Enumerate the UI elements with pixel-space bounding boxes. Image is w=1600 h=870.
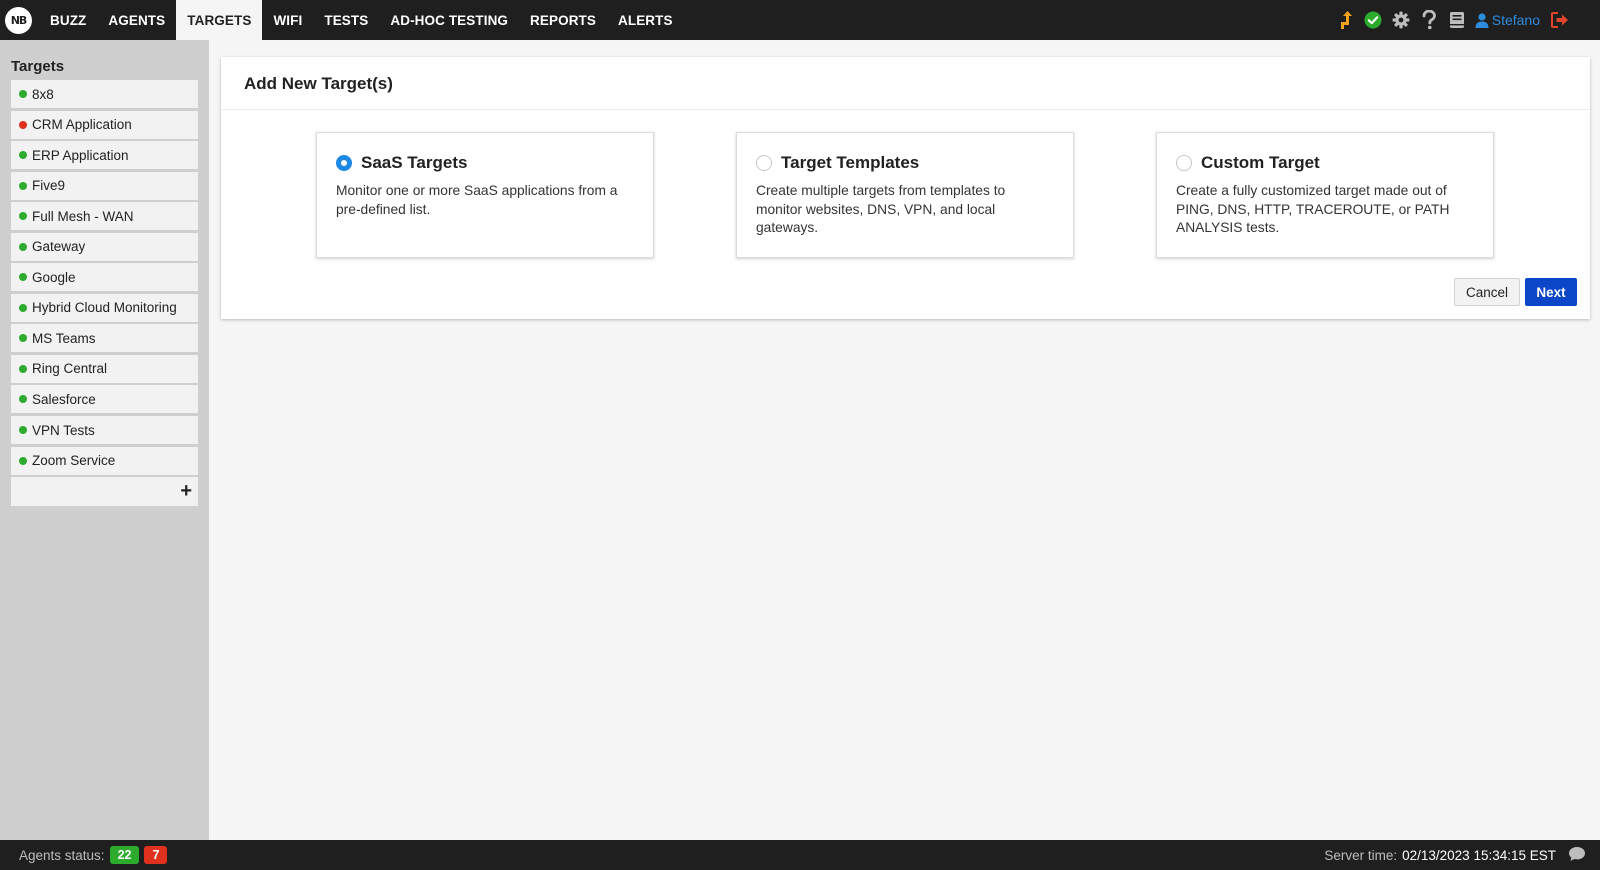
next-button[interactable]: Next [1525,278,1577,306]
add-target-panel: Add New Target(s) SaaS Targets Monitor o… [221,57,1590,319]
top-right-tools: Stefano [1331,0,1600,40]
sidebar-item-label: CRM Application [32,117,132,133]
gear-icon[interactable] [1387,0,1415,40]
sidebar-item-label: ERP Application [32,147,129,163]
user-menu[interactable]: Stefano [1475,12,1540,28]
sidebar-item-ms-teams[interactable]: MS Teams [11,324,198,354]
nav-item-tests[interactable]: TESTS [313,0,379,40]
server-time-label: Server time: [1324,847,1398,863]
sidebar-item-vpn-tests[interactable]: VPN Tests [11,416,198,446]
status-dot [19,364,27,373]
status-dot [19,395,27,404]
status-footer: Agents status: 22 7 Server time: 02/13/2… [0,840,1600,870]
sidebar-item-zoom-service[interactable]: Zoom Service [11,446,198,476]
footer-right: Server time: 02/13/2023 15:34:15 EST [1324,846,1600,865]
sidebar-item-erp-application[interactable]: ERP Application [11,141,198,171]
option-description: Monitor one or more SaaS applications fr… [336,183,618,217]
sidebar-item-label: Salesforce [32,391,96,407]
option-card-custom-target[interactable]: Custom Target Create a fully customized … [1156,132,1494,258]
radio-custom-target[interactable] [1176,155,1192,171]
status-dot [19,334,27,343]
status-check-icon[interactable] [1359,0,1387,40]
top-navigation-bar: NB BUZZ AGENTS TARGETS WIFI TESTS AD-HOC… [0,0,1600,40]
sidebar-item-full-mesh-wan[interactable]: Full Mesh - WAN [11,202,198,232]
sidebar-item-label: 8x8 [32,86,54,102]
nav-item-reports[interactable]: REPORTS [519,0,607,40]
sidebar-item-label: MS Teams [32,330,96,346]
chat-icon[interactable] [1568,846,1586,865]
docs-book-icon[interactable] [1443,0,1471,40]
status-dot [19,120,27,129]
option-description: Create a fully customized target made ou… [1176,183,1450,235]
logout-icon[interactable] [1546,0,1574,40]
sidebar-item-label: Five9 [32,178,66,194]
sidebar-item-ring-central[interactable]: Ring Central [11,354,198,384]
sidebar-item-five9[interactable]: Five9 [11,171,198,201]
panel-divider [221,109,1590,110]
status-dot [19,273,27,282]
sidebar-item-label: VPN Tests [32,422,95,438]
status-dot [19,151,27,160]
targets-sidebar: Targets 8x8 CRM Application ERP Applicat… [0,40,209,840]
status-dot [19,90,27,98]
sidebar-item-label: Full Mesh - WAN [32,208,134,224]
nav-item-agents[interactable]: AGENTS [97,0,176,40]
sidebar-item-hybrid-cloud-monitoring[interactable]: Hybrid Cloud Monitoring [11,293,198,323]
sidebar-item-label: Ring Central [32,361,108,377]
plus-icon: + [180,480,192,503]
radio-target-templates[interactable] [756,155,772,171]
status-dot [19,426,27,435]
status-dot [19,242,27,251]
nav-item-alerts[interactable]: ALERTS [607,0,684,40]
option-card-saas-targets[interactable]: SaaS Targets Monitor one or more SaaS ap… [316,132,654,258]
option-title: Target Templates [781,153,920,172]
nav-item-buzz[interactable]: BUZZ [39,0,97,40]
user-icon [1475,12,1489,28]
radio-saas-targets[interactable] [336,155,352,171]
upgrade-arrow-icon[interactable] [1331,0,1359,40]
status-dot [19,456,27,465]
sidebar-item-label: Hybrid Cloud Monitoring [32,300,177,316]
nav-item-targets[interactable]: TARGETS [176,0,263,40]
status-dot [19,212,27,221]
sidebar-item-crm-application[interactable]: CRM Application [11,110,198,140]
sidebar-item-label: Zoom Service [32,453,116,469]
main-nav: BUZZ AGENTS TARGETS WIFI TESTS AD-HOC TE… [39,0,684,40]
option-card-target-templates[interactable]: Target Templates Create multiple targets… [736,132,1074,258]
logo-icon: NB [5,6,32,34]
app-logo[interactable]: NB [0,0,37,40]
nav-item-ad-hoc-testing[interactable]: AD-HOC TESTING [379,0,519,40]
sidebar-item-google[interactable]: Google [11,263,198,293]
sidebar-item-8x8[interactable]: 8x8 [11,80,198,109]
option-title: SaaS Targets [361,153,468,172]
sidebar-title: Targets [11,58,65,75]
sidebar-item-label: Google [32,269,76,285]
server-time-value: 02/13/2023 15:34:15 EST [1402,847,1556,863]
option-title: Custom Target [1201,153,1320,172]
help-icon[interactable] [1415,0,1443,40]
user-name: Stefano [1491,12,1540,28]
sidebar-item-gateway[interactable]: Gateway [11,232,198,262]
sidebar-item-label: Gateway [32,239,86,255]
agents-online-badge[interactable]: 22 [109,846,140,864]
page-title: Add New Target(s) [244,74,393,93]
agents-status-label: Agents status: [19,847,105,863]
nav-item-wifi[interactable]: WIFI [262,0,313,40]
agents-offline-badge[interactable]: 7 [144,846,168,864]
add-target-button[interactable]: + [11,477,198,507]
status-dot [19,303,27,312]
sidebar-item-salesforce[interactable]: Salesforce [11,385,198,415]
cancel-button[interactable]: Cancel [1454,278,1520,306]
status-dot [19,181,27,190]
option-description: Create multiple targets from templates t… [756,183,1006,235]
